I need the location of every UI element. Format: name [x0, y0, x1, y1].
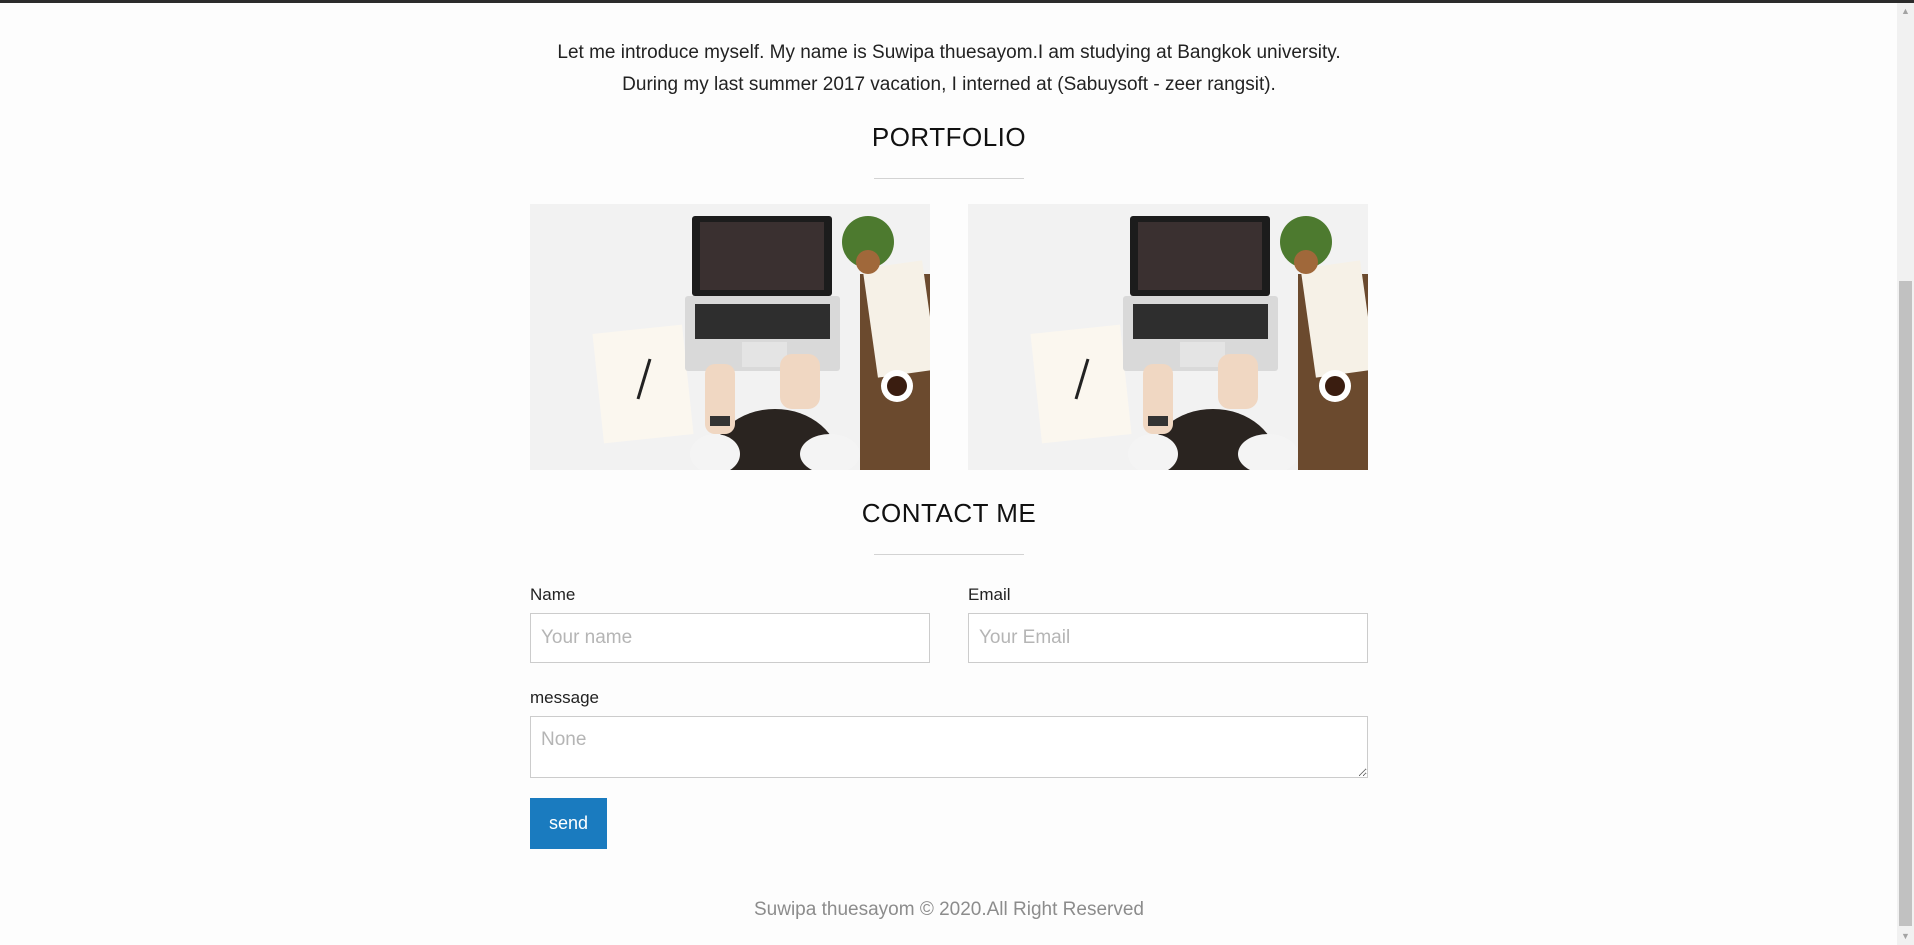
- portfolio-divider: [874, 178, 1024, 179]
- scrollbar-thumb[interactable]: [1899, 281, 1912, 926]
- name-field-group: Name: [530, 585, 930, 663]
- workspace-photo-2: [968, 204, 1368, 470]
- about-line-1: Let me introduce myself. My name is Suwi…: [557, 42, 1341, 63]
- portfolio-image-2[interactable]: [968, 204, 1368, 470]
- page: Let me introduce myself. My name is Suwi…: [0, 3, 1897, 945]
- contact-divider: [874, 554, 1024, 555]
- name-label: Name: [530, 585, 576, 604]
- message-field-group: message: [530, 688, 1368, 778]
- vertical-scrollbar[interactable]: ▲ ▼: [1897, 3, 1914, 945]
- send-button[interactable]: send: [530, 798, 607, 849]
- email-label: Email: [968, 585, 1011, 604]
- portfolio-title: PORTFOLIO: [871, 122, 1027, 152]
- footer-copyright: Suwipa thuesayom © 2020.All Right Reserv…: [754, 899, 1144, 920]
- portfolio-grid: [530, 204, 1368, 470]
- scroll-down-arrow-icon[interactable]: ▼: [1897, 928, 1914, 945]
- scroll-up-arrow-icon[interactable]: ▲: [1897, 3, 1914, 20]
- message-label: message: [530, 688, 599, 707]
- email-field-group: Email: [968, 585, 1368, 663]
- contact-form: Name Email message send: [530, 585, 1368, 849]
- form-row-name-email: Name Email: [530, 585, 1368, 663]
- name-input[interactable]: [530, 613, 930, 663]
- portfolio-image-1[interactable]: [530, 204, 930, 470]
- about-text: Let me introduce myself. My name is Suwi…: [530, 3, 1368, 101]
- workspace-photo-1: [530, 204, 930, 470]
- about-line-2: During my last summer 2017 vacation, I i…: [622, 74, 1276, 95]
- message-textarea[interactable]: [530, 716, 1368, 778]
- contact-title: CONTACT ME: [861, 498, 1037, 528]
- content-container: Let me introduce myself. My name is Suwi…: [530, 3, 1368, 921]
- email-input[interactable]: [968, 613, 1368, 663]
